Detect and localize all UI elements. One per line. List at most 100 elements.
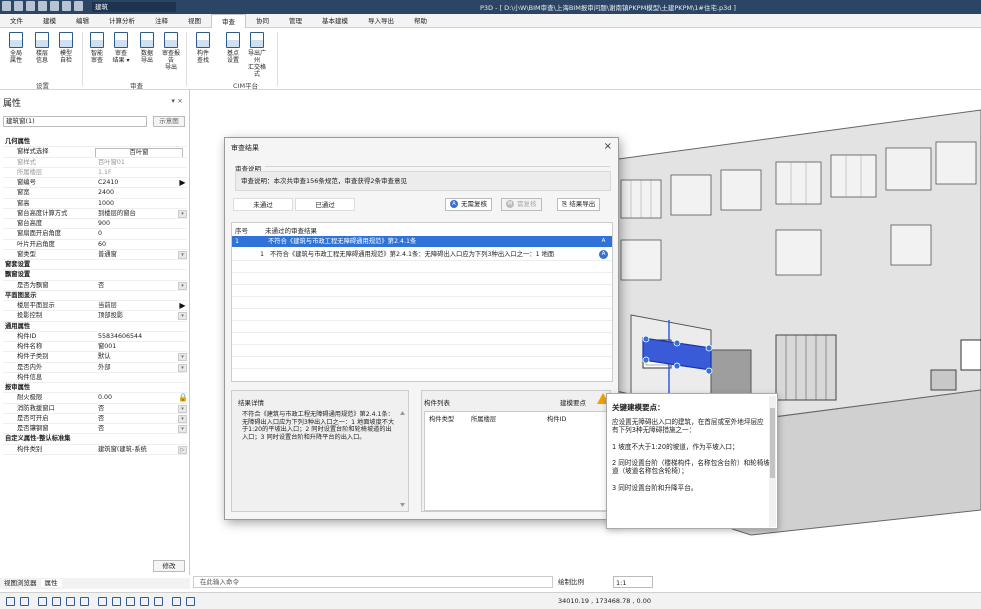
property-section[interactable]: 几何属性 xyxy=(3,137,187,148)
ribbon-button-2[interactable]: 模型 自检 xyxy=(56,32,76,64)
property-value[interactable]: 否 ▾ xyxy=(95,424,187,433)
settings-icon[interactable] xyxy=(112,597,121,606)
open-file-icon[interactable] xyxy=(26,1,35,11)
ribbon-button-6[interactable]: 审查报告 导出 xyxy=(161,32,181,71)
pan-icon[interactable] xyxy=(52,597,61,606)
menu-item-6[interactable]: 审查 xyxy=(211,14,246,28)
render-mode-icon[interactable] xyxy=(126,597,135,606)
visibility-icon[interactable] xyxy=(172,597,181,606)
ribbon-button-1[interactable]: 楼层 信息 xyxy=(32,32,52,64)
save-as-icon[interactable] xyxy=(50,1,59,11)
zoom-extents-icon[interactable] xyxy=(38,597,47,606)
close-icon[interactable]: × xyxy=(604,141,612,152)
property-value[interactable]: 外部 ▾ xyxy=(95,363,187,372)
property-value[interactable]: 900 xyxy=(95,219,187,228)
dropdown-icon[interactable]: ▾ xyxy=(178,363,187,372)
tab-view-browser[interactable]: 视图浏览器 xyxy=(0,579,41,587)
export-results-button[interactable]: ⎘ 结果导出 xyxy=(557,198,601,211)
detail-scrollbar[interactable] xyxy=(400,411,405,507)
property-section[interactable]: 通用属性 xyxy=(3,322,187,332)
property-value[interactable]: 默认 ▾ xyxy=(95,352,187,362)
dropdown-icon[interactable]: ▾ xyxy=(178,209,187,218)
menu-item-0[interactable]: 文件 xyxy=(0,14,33,28)
section-box-icon[interactable] xyxy=(154,597,163,606)
expand-icon[interactable]: ▷ xyxy=(178,445,187,454)
scale-select[interactable]: 1:1 xyxy=(613,576,653,588)
property-value[interactable]: 0 xyxy=(95,229,187,238)
property-value[interactable]: 到楼层的窗台 ▾ xyxy=(95,209,187,218)
ribbon-button-5[interactable]: 数据 导出 xyxy=(137,32,157,64)
tab-passed[interactable]: 已通过 xyxy=(295,198,355,211)
property-value[interactable]: 55834606544 xyxy=(95,332,187,341)
result-row[interactable]: 1 不符合《建筑与市政工程无障碍通用规范》第2.4.1条：无障碍出入口应为下列3种… xyxy=(232,249,612,260)
modify-button[interactable]: 修改 xyxy=(153,560,185,572)
dropdown-icon[interactable]: ▾ xyxy=(178,425,187,433)
panel-pin-close-icon[interactable]: ▾ × xyxy=(171,97,183,105)
result-row[interactable]: 1 不符合《建筑与市政工程无障碍通用规范》第2.4.1条 A xyxy=(232,236,612,247)
menu-item-5[interactable]: 视图 xyxy=(178,14,211,28)
save-icon[interactable] xyxy=(38,1,47,11)
status-badge[interactable]: A xyxy=(599,250,608,259)
property-value[interactable]: 当前层 ▶ xyxy=(95,301,187,310)
menu-item-11[interactable]: 帮助 xyxy=(404,14,437,28)
diagram-button[interactable]: 示意图 xyxy=(153,116,185,127)
property-value[interactable]: C2410 ▶ xyxy=(95,178,187,187)
property-value[interactable]: 2400 xyxy=(95,188,187,197)
menu-item-10[interactable]: 导入导出 xyxy=(358,14,404,28)
property-value[interactable] xyxy=(95,373,187,382)
element-type-combo[interactable]: 建筑窗(1) xyxy=(3,116,147,127)
property-value[interactable]: 建筑窗(建筑-系统 ▷ xyxy=(95,445,187,454)
property-value[interactable]: 普通窗 ▾ xyxy=(95,250,187,259)
menu-item-3[interactable]: 计算分析 xyxy=(99,14,145,28)
orbit-icon[interactable] xyxy=(66,597,75,606)
redo-icon[interactable] xyxy=(74,1,83,11)
tip-scroll-thumb[interactable] xyxy=(770,408,775,478)
zoom-window-icon[interactable] xyxy=(20,597,29,606)
dropdown-icon[interactable]: ▾ xyxy=(178,250,187,259)
property-section[interactable]: 报审属性 xyxy=(3,383,187,394)
layer-icon[interactable] xyxy=(186,597,195,606)
tab-failed[interactable]: 未通过 xyxy=(233,198,293,211)
property-value[interactable]: 否 ▾ xyxy=(95,281,187,290)
ribbon-button-4[interactable]: 审查 结果 ▾ xyxy=(111,32,131,64)
property-value[interactable]: 否 ▾ xyxy=(95,414,187,423)
expand-icon[interactable]: ▶ xyxy=(178,302,187,310)
dropdown-icon[interactable]: ▾ xyxy=(178,404,187,413)
property-value[interactable]: 1.1F xyxy=(95,168,187,177)
lock-icon[interactable]: 🔒 xyxy=(178,394,187,403)
property-value[interactable]: 60 xyxy=(95,240,187,249)
menu-item-2[interactable]: 编辑 xyxy=(66,14,99,28)
tab-properties[interactable]: 属性 xyxy=(40,579,62,587)
ribbon-button-9[interactable]: 导出广州 汇交格式 xyxy=(247,32,267,78)
property-value[interactable]: 顶部投影 ▾ xyxy=(95,311,187,321)
expand-icon[interactable]: ▶ xyxy=(178,179,187,187)
property-value[interactable]: 百叶窗 xyxy=(95,147,187,157)
modeling-points-label[interactable]: 建模要点 xyxy=(560,397,586,407)
property-value[interactable]: 否 ▾ xyxy=(95,404,187,413)
dropdown-icon[interactable]: ▾ xyxy=(178,312,187,321)
menu-item-9[interactable]: 基本建模 xyxy=(312,14,358,28)
property-value[interactable]: 百叶窗01 xyxy=(95,158,187,167)
property-section[interactable]: 平面图显示 xyxy=(3,291,187,301)
menu-item-8[interactable]: 管理 xyxy=(279,14,312,28)
property-value[interactable]: 1000 xyxy=(95,199,187,208)
command-input[interactable]: 在此输入命令 xyxy=(193,576,553,588)
menu-item-4[interactable]: 注释 xyxy=(145,14,178,28)
tip-scrollbar[interactable] xyxy=(769,396,776,527)
review-needed-button[interactable]: M 需复核 xyxy=(501,198,542,211)
dropdown-icon[interactable]: ▾ xyxy=(178,414,187,423)
ribbon-button-7[interactable]: 构件 查找 xyxy=(193,32,213,64)
discipline-combo[interactable]: 建筑 xyxy=(92,2,176,12)
property-value[interactable]: 窗001 xyxy=(95,342,187,351)
ribbon-button-0[interactable]: 全局 属性 xyxy=(6,32,26,64)
property-value[interactable]: 0.00 🔒 xyxy=(95,393,187,403)
menu-item-1[interactable]: 建模 xyxy=(33,14,66,28)
new-file-icon[interactable] xyxy=(14,1,23,11)
zoom-icon[interactable] xyxy=(80,597,89,606)
fit-view-icon[interactable] xyxy=(6,597,15,606)
dropdown-icon[interactable]: ▾ xyxy=(178,353,187,362)
no-review-needed-button[interactable]: A 无需复核 xyxy=(445,198,492,211)
ribbon-button-3[interactable]: 智能 审查 xyxy=(87,32,107,64)
property-section[interactable]: 窗套设置 xyxy=(3,260,187,271)
dropdown-icon[interactable]: ▾ xyxy=(178,281,187,290)
